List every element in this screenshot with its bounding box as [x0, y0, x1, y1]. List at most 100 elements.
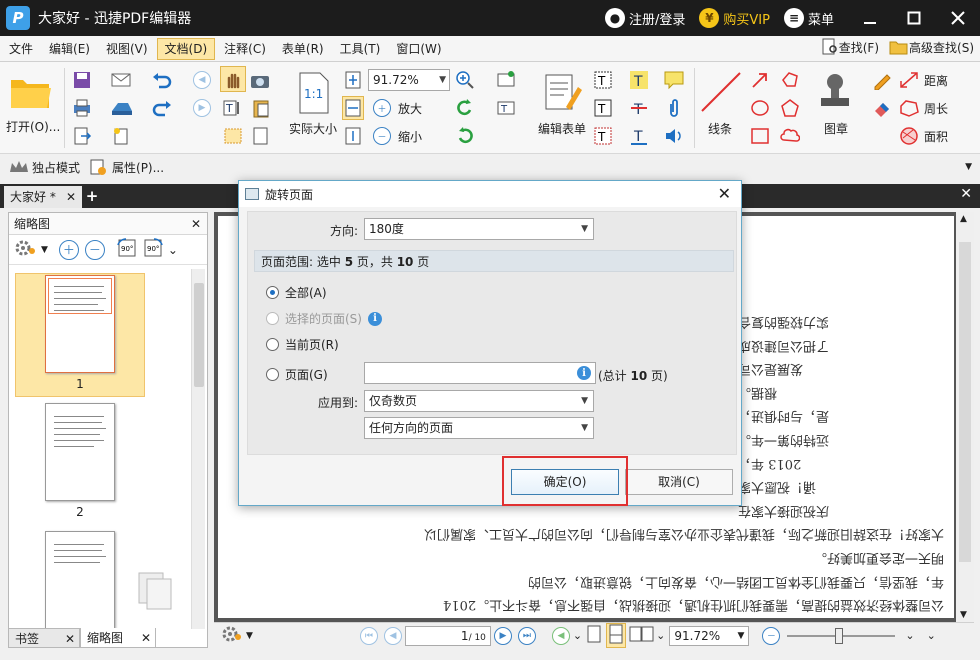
- buy-vip-button[interactable]: ¥ 购买VIP: [699, 8, 770, 28]
- properties-button[interactable]: 属性(P)...: [88, 158, 164, 176]
- open-button[interactable]: [8, 70, 54, 114]
- dialog-close-button[interactable]: ✕: [718, 184, 731, 203]
- print-button[interactable]: [70, 96, 94, 120]
- toolbar-overflow-button[interactable]: ▼: [965, 158, 972, 172]
- area-tool[interactable]: 面积: [898, 124, 968, 148]
- document-tab[interactable]: 大家好 * ✕: [4, 186, 82, 208]
- edit-form-button[interactable]: [540, 70, 584, 116]
- prev-page-button[interactable]: ◀: [381, 626, 405, 645]
- menu-comment[interactable]: 注释(C): [217, 38, 273, 60]
- redo-button[interactable]: [150, 96, 174, 120]
- slider-thumb[interactable]: [835, 627, 844, 644]
- bookmarks-tab[interactable]: 书签 ✕: [8, 628, 80, 648]
- find-button[interactable]: 查找(F): [821, 38, 879, 56]
- rotate-left-button[interactable]: [454, 96, 476, 120]
- chevrons-down-icon[interactable]: ⌄: [168, 243, 178, 257]
- paste-button[interactable]: [248, 96, 274, 120]
- new-doc-button[interactable]: [108, 124, 136, 148]
- rotate-right-button[interactable]: [454, 124, 476, 148]
- distance-tool[interactable]: 距离: [898, 68, 968, 92]
- apply-to-select[interactable]: 仅奇数页 ▼: [364, 390, 594, 412]
- polygon-tool[interactable]: [778, 96, 802, 120]
- chevrons-down-icon[interactable]: ⌄: [656, 629, 665, 642]
- back-view-button[interactable]: ◀: [549, 626, 573, 645]
- menu-form[interactable]: 表单(R): [275, 38, 331, 60]
- first-page-button[interactable]: ⏮: [357, 626, 381, 645]
- chevrons-down-icon[interactable]: ⌄: [927, 629, 936, 642]
- eraser-tool[interactable]: [870, 96, 894, 120]
- thumb-zoom-in-button[interactable]: ＋: [56, 239, 82, 260]
- last-page-button[interactable]: ⏭: [515, 626, 539, 645]
- scroll-up-icon[interactable]: ▲: [960, 214, 967, 224]
- info-icon[interactable]: i: [577, 366, 591, 380]
- new-tab-button[interactable]: +: [84, 188, 100, 204]
- underline-tool[interactable]: T: [628, 124, 650, 148]
- pages-range-input[interactable]: i: [364, 362, 596, 384]
- attach-tool[interactable]: [662, 96, 686, 120]
- zoom-select[interactable]: 91.72% ▼: [368, 69, 450, 91]
- form-tool-2[interactable]: T: [494, 96, 518, 120]
- note-tool[interactable]: [662, 68, 686, 92]
- menu-window[interactable]: 窗口(W): [389, 38, 448, 60]
- thumbnail-page-1[interactable]: [45, 275, 115, 373]
- scan-button[interactable]: [108, 96, 136, 120]
- facing-page-button[interactable]: [628, 625, 656, 646]
- zoom-in-button[interactable]: ＋ 放大: [370, 96, 450, 120]
- radio-current-page[interactable]: 当前页(R): [266, 336, 339, 353]
- select-area-button[interactable]: [220, 124, 246, 148]
- thumbnail-scrollbar[interactable]: [191, 269, 205, 629]
- thumbnail-settings-button[interactable]: [13, 238, 39, 261]
- radio-selected-pages[interactable]: 选择的页面(S) i: [266, 310, 382, 327]
- arrow-tool[interactable]: [748, 68, 772, 92]
- rectangle-tool[interactable]: [748, 124, 772, 148]
- info-icon[interactable]: i: [367, 311, 382, 326]
- menu-edit[interactable]: 编辑(E): [42, 38, 97, 60]
- prev-view-button[interactable]: ◀: [190, 68, 214, 92]
- zoom-in-tool-button[interactable]: [454, 68, 476, 92]
- hand-tool-button[interactable]: [220, 66, 246, 92]
- menu-tools[interactable]: 工具(T): [333, 38, 388, 60]
- radio-pages[interactable]: 页面(G): [266, 366, 328, 383]
- strikeout-tool[interactable]: T: [628, 96, 650, 120]
- minimize-button[interactable]: [848, 0, 892, 36]
- export-button[interactable]: [70, 124, 94, 148]
- actual-size-button[interactable]: 1:1: [294, 70, 334, 116]
- text-select-button[interactable]: T: [220, 96, 246, 120]
- callout-tool[interactable]: T: [592, 96, 614, 120]
- close-icon[interactable]: ✕: [65, 629, 75, 649]
- thumbnail-page-3[interactable]: [45, 531, 115, 631]
- chevron-down-icon[interactable]: ▼: [41, 245, 48, 255]
- chevron-down-icon[interactable]: ▼: [246, 631, 253, 641]
- continuous-page-button[interactable]: [606, 623, 627, 648]
- menu-document[interactable]: 文档(D): [156, 37, 216, 60]
- undo-button[interactable]: [150, 68, 174, 92]
- next-view-button[interactable]: ▶: [190, 96, 214, 120]
- view-settings-button[interactable]: [220, 624, 244, 647]
- form-tool-1[interactable]: [494, 68, 518, 92]
- menu-view[interactable]: 视图(V): [99, 38, 155, 60]
- close-button[interactable]: [936, 0, 980, 36]
- thumbnails-tab[interactable]: 缩略图 ✕: [80, 628, 156, 648]
- highlight-text-tool[interactable]: T: [628, 68, 650, 92]
- panel-close-icon[interactable]: ✕: [191, 213, 201, 235]
- text-box-tool[interactable]: T: [592, 68, 614, 92]
- fit-visible-button[interactable]: [342, 124, 364, 148]
- exclusive-mode-button[interactable]: 独占模式: [8, 158, 80, 176]
- maximize-button[interactable]: [892, 0, 936, 36]
- thumbnail-page-2[interactable]: [45, 403, 115, 501]
- menu-file[interactable]: 文件: [2, 38, 40, 60]
- cancel-button[interactable]: 取消(C): [625, 469, 733, 495]
- close-all-tabs-button[interactable]: ✕: [960, 186, 972, 202]
- perimeter-tool[interactable]: 周长: [898, 96, 968, 120]
- thumb-rotate-left-button[interactable]: 90°: [116, 237, 138, 262]
- typewriter-tool[interactable]: T: [592, 124, 614, 148]
- direction-select[interactable]: 180度 ▼: [364, 218, 594, 240]
- line-tool[interactable]: [698, 68, 744, 116]
- close-icon[interactable]: ✕: [141, 628, 151, 648]
- zoom-out-button[interactable]: － 缩小: [370, 124, 450, 148]
- thumb-zoom-out-button[interactable]: －: [82, 239, 108, 260]
- statusbar-zoom-select[interactable]: 91.72% ▼: [669, 625, 750, 646]
- page-tool-button[interactable]: [248, 124, 274, 148]
- document-scrollbar[interactable]: ▲ ▼: [956, 212, 974, 622]
- snapshot-button[interactable]: [248, 68, 272, 92]
